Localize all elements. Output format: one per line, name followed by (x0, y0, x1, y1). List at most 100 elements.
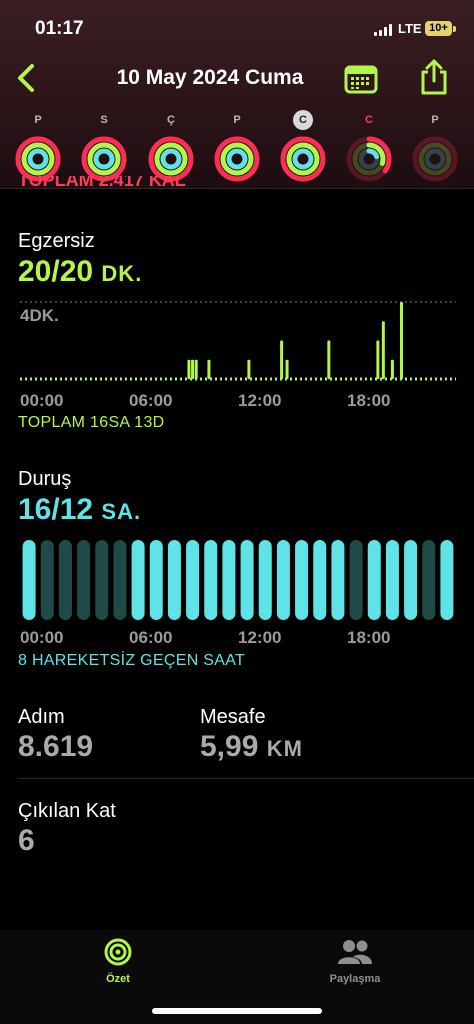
stand-bar (113, 540, 127, 620)
distance-value: 5,99 KM (200, 730, 303, 764)
tab-sharing-label: Paylaşma (329, 973, 381, 985)
stand-axis-1: 06:00 (129, 628, 173, 647)
exercise-unit: DK. (101, 261, 143, 286)
stand-bar (367, 540, 381, 620)
stand-bar (258, 540, 272, 620)
exercise-chart (20, 301, 456, 381)
stand-bar (95, 540, 109, 620)
stand-bar (186, 540, 200, 620)
exercise-bar (191, 359, 195, 379)
stand-bar (222, 540, 236, 620)
page-title: 10 May 2024 Cuma (116, 66, 304, 89)
exercise-bar (400, 302, 403, 379)
exercise-max-label: 4DK. (20, 306, 59, 325)
exercise-axis-1: 06:00 (129, 391, 173, 410)
week-day-6[interactable]: P (407, 110, 463, 182)
tab-summary[interactable]: Özet (58, 938, 178, 985)
stand-bar (385, 540, 399, 620)
share-button[interactable] (418, 58, 450, 96)
exercise-bar (376, 340, 380, 379)
exercise-bar (207, 359, 211, 379)
stand-value: 16/12 SA. (18, 493, 141, 527)
home-indicator (152, 1008, 322, 1014)
week-day-letter: P (34, 114, 42, 126)
week-day-letter: Ç (167, 114, 175, 126)
stand-bar (331, 540, 345, 620)
move-total-clipped: TOPLAM 2.417 KAL (18, 176, 186, 188)
stand-axis-3: 18:00 (347, 628, 391, 647)
exercise-bar (187, 359, 191, 379)
network-type: LTE (398, 21, 422, 36)
share-icon (421, 59, 447, 95)
status-bar: 01:17 LTE 10+ (0, 0, 474, 56)
week-day-2[interactable]: Ç (143, 110, 199, 182)
exercise-label: Egzersiz (18, 230, 95, 252)
stand-chart (22, 540, 454, 620)
activity-ring-icon (412, 136, 458, 182)
week-day-letter: C (365, 114, 373, 126)
steps-label: Adım (18, 706, 65, 728)
stand-bar (204, 540, 218, 620)
stand-bar (240, 540, 254, 620)
stand-bar (149, 540, 163, 620)
week-day-3[interactable]: P (209, 110, 265, 182)
stand-axis-0: 00:00 (20, 628, 64, 647)
floors-value: 6 (18, 824, 35, 857)
signal-icon (374, 24, 394, 36)
calendar-icon (344, 65, 378, 94)
week-day-letter: P (431, 114, 439, 126)
calendar-button[interactable] (343, 62, 379, 96)
activity-rings-icon (104, 938, 132, 966)
stand-bar (131, 540, 145, 620)
week-day-0[interactable]: P (10, 110, 66, 182)
stand-bar (295, 540, 309, 620)
floors-label: Çıkılan Kat (18, 800, 116, 822)
stand-bar (422, 540, 436, 620)
week-day-4[interactable]: C (275, 110, 331, 182)
week-day-5[interactable]: C (341, 110, 397, 182)
stand-summary: 8 HAREKETSİZ GEÇEN SAAT (18, 652, 246, 669)
exercise-total: TOPLAM 16SA 13D (18, 414, 165, 431)
tab-sharing[interactable]: Paylaşma (295, 938, 415, 985)
week-day-letter: C (293, 110, 313, 130)
stand-unit: SA. (101, 499, 142, 524)
exercise-bar (247, 359, 251, 379)
exercise-bar (390, 359, 394, 379)
activity-ring-icon (346, 136, 392, 182)
exercise-bar (194, 359, 198, 379)
distance-unit: KM (266, 736, 303, 761)
stand-bar (167, 540, 181, 620)
tab-summary-label: Özet (106, 973, 130, 985)
week-day-1[interactable]: S (76, 110, 132, 182)
status-time: 01:17 (35, 18, 84, 39)
stand-bar (440, 540, 454, 620)
back-button[interactable] (12, 62, 40, 94)
stand-bar (349, 540, 363, 620)
exercise-bar (280, 340, 284, 379)
stand-bar (313, 540, 327, 620)
stand-value-number: 16/12 (18, 493, 94, 526)
exercise-axis-0: 00:00 (20, 391, 64, 410)
week-day-letter: S (100, 114, 108, 126)
exercise-value: 20/20 DK. (18, 255, 142, 289)
stand-label: Duruş (18, 468, 72, 490)
people-icon (338, 940, 372, 964)
exercise-value-number: 20/20 (18, 255, 94, 288)
exercise-bar (381, 321, 385, 379)
chevron-left-icon (18, 64, 34, 92)
stand-bar (40, 540, 54, 620)
stand-bar (276, 540, 290, 620)
exercise-bar (285, 359, 289, 379)
stand-axis-2: 12:00 (238, 628, 282, 647)
stand-bar (404, 540, 418, 620)
stand-bar (77, 540, 91, 620)
distance-number: 5,99 (200, 730, 259, 763)
divider (18, 778, 474, 779)
exercise-axis-3: 18:00 (347, 391, 391, 410)
week-day-letter: P (233, 114, 241, 126)
exercise-axis-2: 12:00 (238, 391, 282, 410)
stand-bar (58, 540, 72, 620)
exercise-bar (327, 340, 331, 379)
stand-bar (22, 540, 36, 620)
battery-icon: 10+ (425, 21, 456, 36)
